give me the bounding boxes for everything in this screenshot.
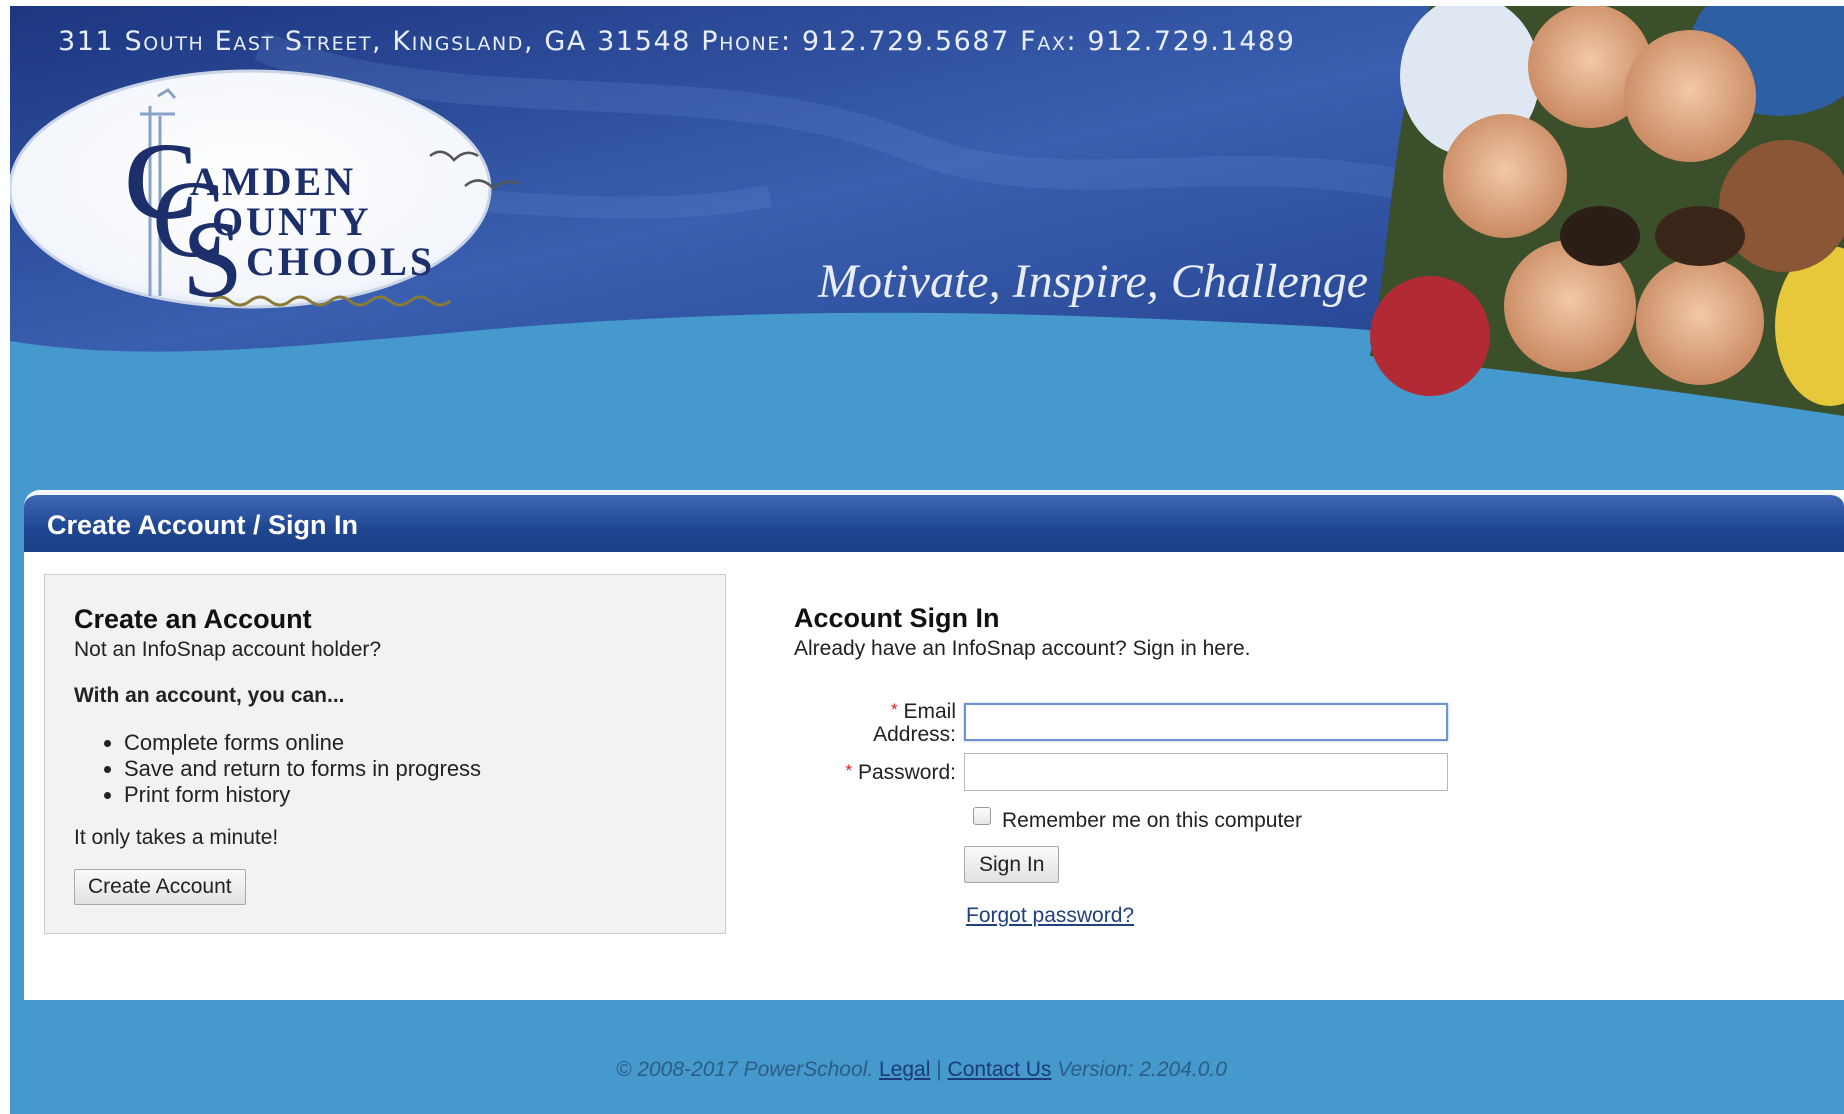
school-address: 311 South East Street, Kingsland, GA 315… xyxy=(58,26,1296,57)
remember-me-checkbox[interactable] xyxy=(973,807,991,825)
sign-in-subtext: Already have an InfoSnap account? Sign i… xyxy=(794,637,1251,660)
footer-separator: | xyxy=(936,1058,942,1081)
list-item: Complete forms online xyxy=(124,730,481,756)
benefits-list: Complete forms online Save and return to… xyxy=(100,730,481,808)
list-item: Print form history xyxy=(124,782,481,808)
create-account-note: It only takes a minute! xyxy=(74,826,279,849)
email-field[interactable] xyxy=(964,703,1448,741)
create-account-button[interactable]: Create Account xyxy=(74,869,246,905)
footer: © 2008-2017 PowerSchool. Legal | Contact… xyxy=(616,1058,1227,1082)
required-marker: * xyxy=(891,700,898,719)
forgot-password-link[interactable]: Forgot password? xyxy=(966,904,1134,928)
password-field[interactable] xyxy=(964,753,1448,791)
school-tagline: Motivate, Inspire, Challenge xyxy=(818,255,1369,308)
footer-version: Version: 2.204.0.0 xyxy=(1057,1058,1227,1081)
create-account-subtext: Not an InfoSnap account holder? xyxy=(74,638,382,661)
contact-us-link[interactable]: Contact Us xyxy=(948,1058,1052,1081)
panel-title: Create Account / Sign In xyxy=(47,510,359,540)
password-label: * Password: xyxy=(820,759,956,784)
benefits-heading: With an account, you can... xyxy=(74,684,345,707)
email-label-line1: Email xyxy=(903,700,956,723)
sign-in-button[interactable]: Sign In xyxy=(964,846,1060,883)
email-label: * Email Address: xyxy=(858,698,956,746)
list-item: Save and return to forms in progress xyxy=(124,756,481,782)
email-label-line2: Address: xyxy=(873,723,956,746)
legal-link[interactable]: Legal xyxy=(879,1058,930,1081)
sign-in-heading: Account Sign In xyxy=(794,603,1000,633)
header-banner: C C C S AMDEN OUNTY CHOOLS 311 South Eas… xyxy=(10,6,1844,426)
logo-line3: CHOOLS xyxy=(246,239,436,284)
footer-copyright: © 2008-2017 PowerSchool. xyxy=(616,1058,874,1081)
required-marker: * xyxy=(845,761,853,780)
remember-me-label[interactable]: Remember me on this computer xyxy=(1002,809,1302,833)
create-account-heading: Create an Account xyxy=(74,604,312,634)
password-label-text: Password: xyxy=(857,761,956,784)
children-photo xyxy=(1370,6,1844,416)
